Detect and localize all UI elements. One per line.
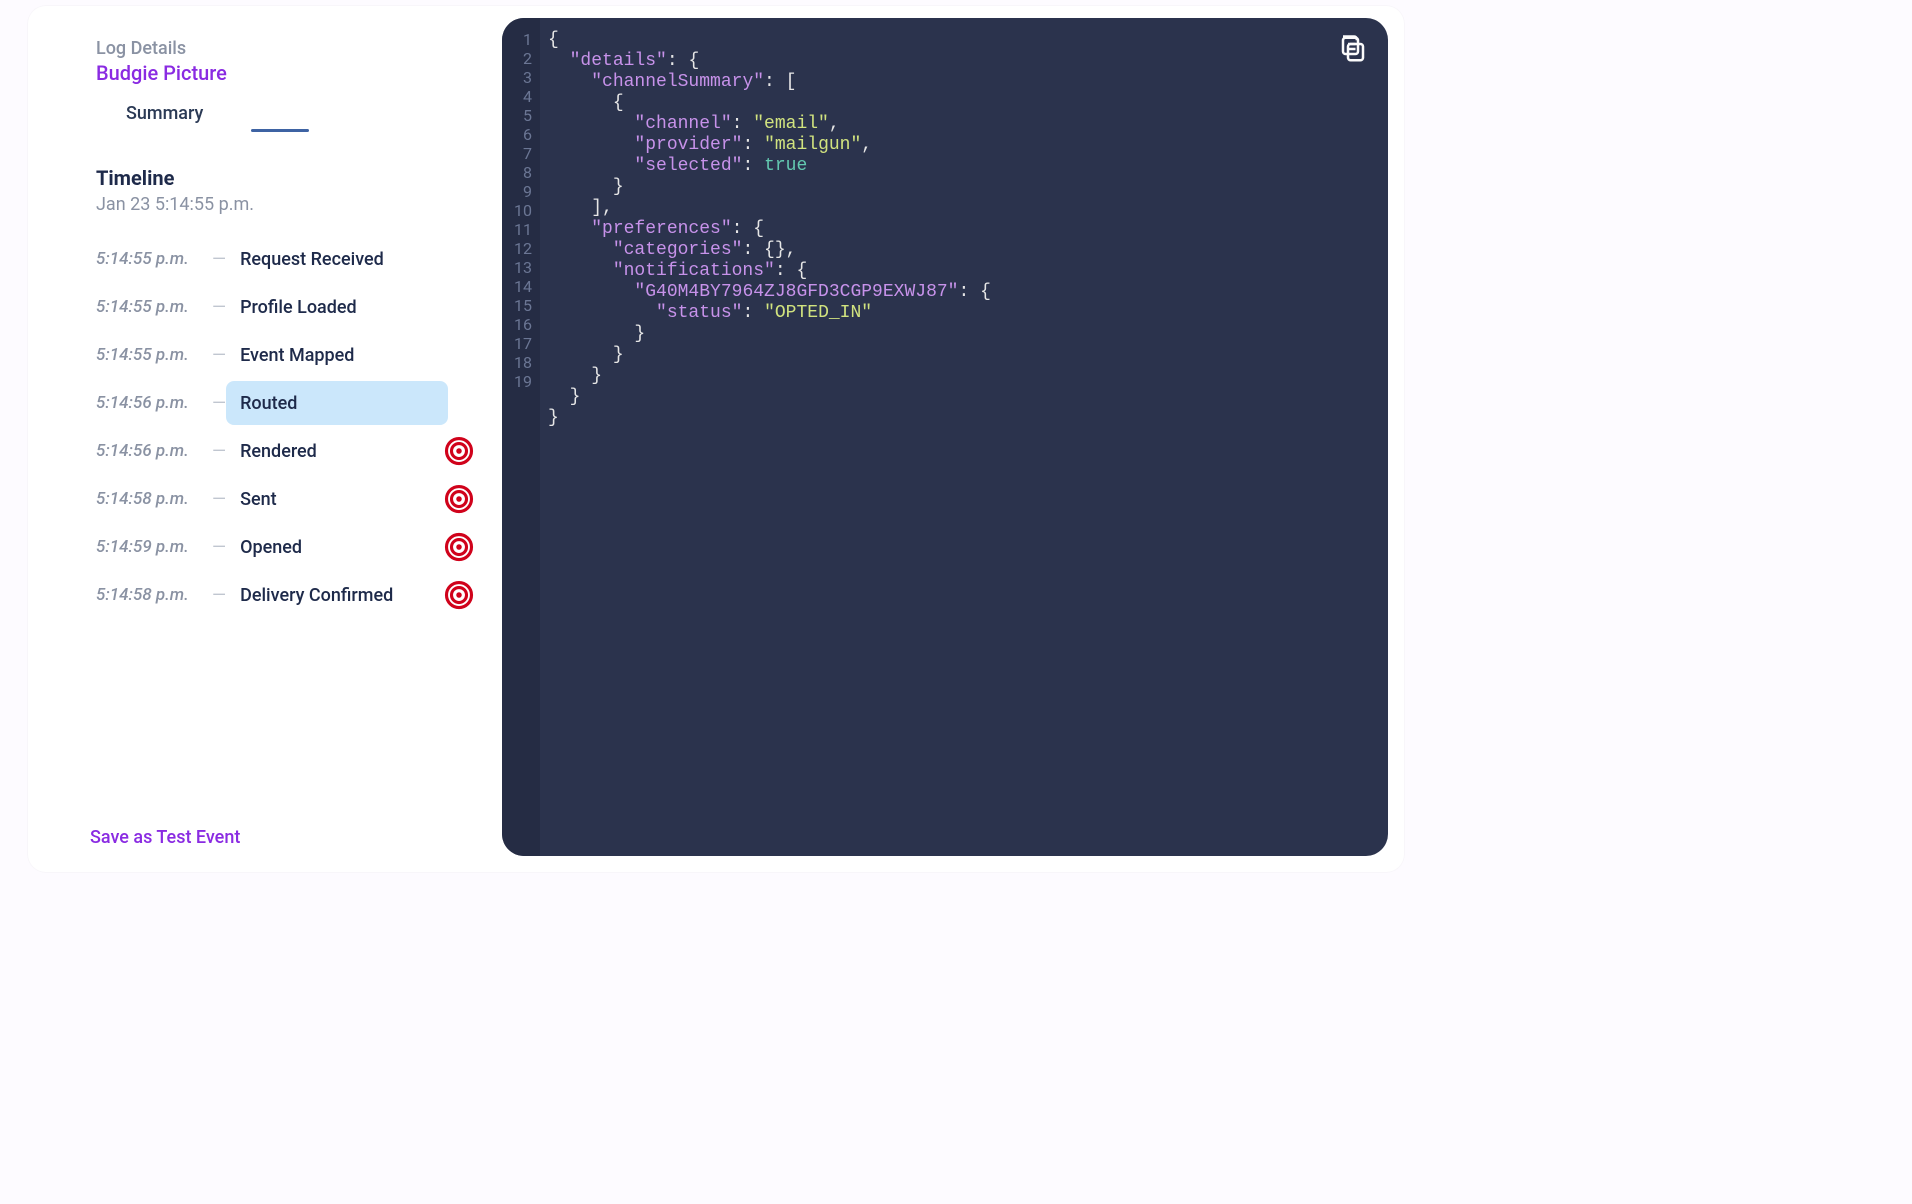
timeline-event: Routed bbox=[240, 379, 474, 427]
timeline-time: 5:14:58 p.m. bbox=[96, 489, 206, 509]
timeline-dash: — bbox=[212, 585, 226, 606]
right-pane: 1 2 3 4 5 6 7 8 9 10 11 12 13 14 15 16 1… bbox=[502, 6, 1404, 872]
timeline-event: Opened bbox=[240, 523, 474, 571]
target-icon bbox=[444, 436, 474, 466]
timeline-pill[interactable]: Routed bbox=[226, 381, 448, 425]
timeline-event: Profile Loaded bbox=[240, 283, 474, 331]
timeline-row[interactable]: 5:14:56 p.m. — Rendered bbox=[96, 427, 474, 475]
timeline-time: 5:14:55 p.m. bbox=[96, 249, 206, 269]
timeline-dash: — bbox=[212, 345, 226, 366]
timeline-dash: — bbox=[212, 489, 226, 510]
tabs: Summary bbox=[96, 103, 474, 132]
timeline-row[interactable]: 5:14:55 p.m. — Event Mapped bbox=[96, 331, 474, 379]
copy-icon[interactable] bbox=[1338, 34, 1368, 64]
timeline-row[interactable]: 5:14:59 p.m. — Opened bbox=[96, 523, 474, 571]
timeline-label: Request Received bbox=[240, 249, 474, 270]
timeline-dash: — bbox=[212, 537, 226, 558]
log-details-panel: Log Details Budgie Picture Summary Timel… bbox=[28, 6, 1404, 872]
timeline-row[interactable]: 5:14:56 p.m. — Routed bbox=[96, 379, 474, 427]
timeline-row[interactable]: 5:14:55 p.m. — Request Received bbox=[96, 235, 474, 283]
timeline-event: Event Mapped bbox=[240, 331, 474, 379]
timeline-event: Request Received bbox=[240, 235, 474, 283]
timeline-time: 5:14:59 p.m. bbox=[96, 537, 206, 557]
timeline-time: 5:14:56 p.m. bbox=[96, 393, 206, 413]
timeline-label: Profile Loaded bbox=[240, 297, 474, 318]
tab-secondary-slot bbox=[251, 109, 309, 132]
background-text: ago bbox=[0, 134, 16, 155]
timeline-dash: — bbox=[212, 249, 226, 270]
timeline-row[interactable]: 5:14:55 p.m. — Profile Loaded bbox=[96, 283, 474, 331]
target-icon bbox=[444, 484, 474, 514]
timeline-heading: Timeline bbox=[96, 166, 474, 190]
timeline-label: Delivery Confirmed bbox=[240, 585, 436, 606]
timeline-sub: Jan 23 5:14:55 p.m. bbox=[96, 194, 474, 215]
timeline-label: Rendered bbox=[240, 441, 436, 462]
timeline-dash: — bbox=[212, 441, 226, 462]
timeline-time: 5:14:55 p.m. bbox=[96, 297, 206, 317]
timeline-row[interactable]: 5:14:58 p.m. — Sent bbox=[96, 475, 474, 523]
code-lines[interactable]: { "details": { "channelSummary": [ { "ch… bbox=[540, 30, 991, 429]
timeline-label: Opened bbox=[240, 537, 436, 558]
target-icon bbox=[444, 532, 474, 562]
timeline-label: Sent bbox=[240, 489, 436, 510]
timeline-row[interactable]: 5:14:58 p.m. — Delivery Confirmed bbox=[96, 571, 474, 619]
timeline-event: Sent bbox=[240, 475, 474, 523]
tab-summary[interactable]: Summary bbox=[126, 103, 203, 132]
timeline-dash: — bbox=[212, 393, 226, 414]
timeline-time: 5:14:58 p.m. bbox=[96, 585, 206, 605]
timeline-label: Event Mapped bbox=[240, 345, 474, 366]
log-details-label: Log Details bbox=[96, 38, 474, 59]
timeline-event: Delivery Confirmed bbox=[240, 571, 474, 619]
code-gutter: 1 2 3 4 5 6 7 8 9 10 11 12 13 14 15 16 1… bbox=[502, 18, 540, 856]
timeline-dash: — bbox=[212, 297, 226, 318]
tab-underline bbox=[251, 129, 309, 132]
timeline-time: 5:14:56 p.m. bbox=[96, 441, 206, 461]
log-title[interactable]: Budgie Picture bbox=[96, 61, 474, 85]
save-as-test-event-link[interactable]: Save as Test Event bbox=[90, 809, 474, 848]
code-block: 1 2 3 4 5 6 7 8 9 10 11 12 13 14 15 16 1… bbox=[502, 18, 1388, 856]
target-icon bbox=[444, 580, 474, 610]
timeline-label: Routed bbox=[240, 393, 438, 414]
left-pane: Log Details Budgie Picture Summary Timel… bbox=[28, 6, 502, 872]
timeline-list: 5:14:55 p.m.—Request Received5:14:55 p.m… bbox=[96, 235, 474, 619]
timeline-event: Rendered bbox=[240, 427, 474, 475]
timeline-time: 5:14:55 p.m. bbox=[96, 345, 206, 365]
